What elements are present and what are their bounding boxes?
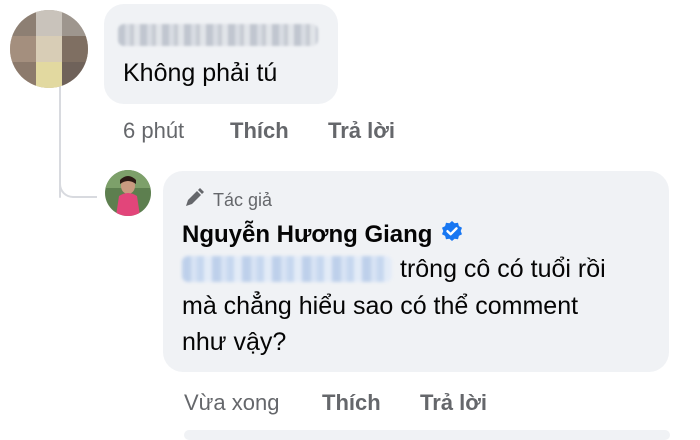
author-badge: Tác giả: [183, 187, 272, 213]
reply-reply-button[interactable]: Trả lời: [420, 390, 487, 416]
next-comment-edge: [184, 430, 670, 440]
reply-text-line-3: như vậy?: [182, 328, 287, 356]
author-avatar[interactable]: [105, 170, 151, 216]
comment-bubble: [104, 4, 338, 104]
reply-time[interactable]: Vừa xong: [184, 390, 279, 416]
author-name[interactable]: Nguyễn Hương Giang: [182, 221, 432, 249]
comment-time[interactable]: 6 phút: [123, 118, 184, 144]
thread-connector: [59, 170, 97, 198]
commenter-avatar[interactable]: [10, 10, 88, 88]
comment-like-button[interactable]: Thích: [230, 118, 289, 144]
pencil-icon: [183, 187, 205, 214]
commenter-name-blurred[interactable]: [118, 24, 318, 46]
reply-like-button[interactable]: Thích: [322, 390, 381, 416]
author-badge-label: Tác giả: [213, 189, 273, 210]
comment-text: Không phải tú: [123, 59, 278, 87]
reply-text-line-1: trông cô có tuổi rồi: [400, 255, 606, 283]
mentioned-name-blurred[interactable]: [182, 256, 392, 282]
reply-text-line-2: mà chẳng hiểu sao có thể comment: [182, 292, 579, 320]
verified-badge-icon: [440, 220, 464, 249]
author-name-row: Nguyễn Hương Giang: [182, 220, 464, 249]
comment-reply-button[interactable]: Trả lời: [328, 118, 395, 144]
